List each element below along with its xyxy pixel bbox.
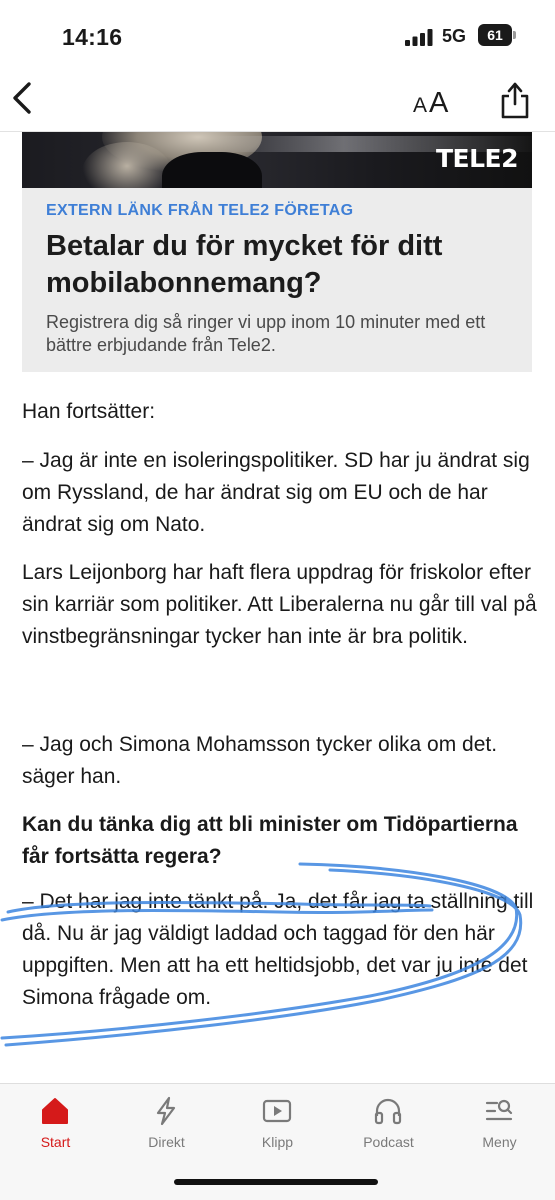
article-nav-bar: A A — [0, 66, 555, 132]
chevron-left-icon[interactable] — [10, 78, 36, 118]
article-paragraph: Lars Leijonborg har haft flera uppdrag f… — [22, 561, 537, 648]
signal-icon — [405, 29, 433, 46]
tab-direkt[interactable]: Direkt — [111, 1084, 222, 1164]
headphones-icon — [374, 1098, 402, 1125]
ad-title[interactable]: Betalar du för mycket för ditt mobilabon… — [46, 228, 516, 302]
ad-image[interactable]: TELE2 — [22, 132, 532, 188]
network-type: 5G — [442, 26, 467, 46]
battery-icon: 61 — [478, 24, 516, 46]
article-paragraph: – Det har jag inte tänkt på. Ja, det får… — [22, 890, 534, 1009]
lightning-icon — [156, 1096, 176, 1126]
svg-text:A: A — [429, 87, 449, 116]
home-indicator — [174, 1179, 378, 1185]
tab-label: Meny — [482, 1134, 517, 1150]
tab-label: Podcast — [363, 1134, 414, 1150]
tele2-logo: TELE2 — [435, 144, 519, 173]
svg-text:A: A — [413, 94, 427, 116]
tab-meny[interactable]: Meny — [444, 1084, 555, 1164]
status-time: 14:16 — [62, 24, 123, 50]
ad-card[interactable]: EXTERN LÄNK FRÅN TELE2 FÖRETAG Betalar d… — [22, 188, 532, 372]
home-icon — [42, 1098, 68, 1124]
article-question: Kan du tänka dig att bli minister om Tid… — [22, 813, 518, 868]
play-icon — [262, 1099, 292, 1123]
tab-start[interactable]: Start — [0, 1084, 111, 1164]
font-size-button[interactable]: A A — [412, 84, 456, 116]
share-icon[interactable] — [498, 80, 532, 120]
article-paragraph: – Jag och Simona Mohamsson tycker olika … — [22, 733, 498, 788]
article-paragraph: – Jag är inte en isoleringspolitiker. SD… — [22, 449, 530, 536]
tab-podcast[interactable]: Podcast — [333, 1084, 444, 1164]
tab-label: Direkt — [148, 1134, 185, 1150]
battery-level: 61 — [478, 24, 512, 46]
tab-label: Klipp — [261, 1134, 294, 1150]
article-paragraph: Han fortsätter: — [22, 400, 156, 423]
ad-description: Registrera dig så ringer vi upp inom 10 … — [46, 312, 486, 355]
status-bar: 14:16 5G 61 — [0, 0, 555, 66]
menu-search-icon — [485, 1099, 513, 1121]
tab-klipp[interactable]: Klipp — [222, 1084, 333, 1164]
tab-label: Start — [40, 1134, 71, 1150]
ad-source-label: EXTERN LÄNK FRÅN TELE2 FÖRETAG — [46, 202, 354, 219]
